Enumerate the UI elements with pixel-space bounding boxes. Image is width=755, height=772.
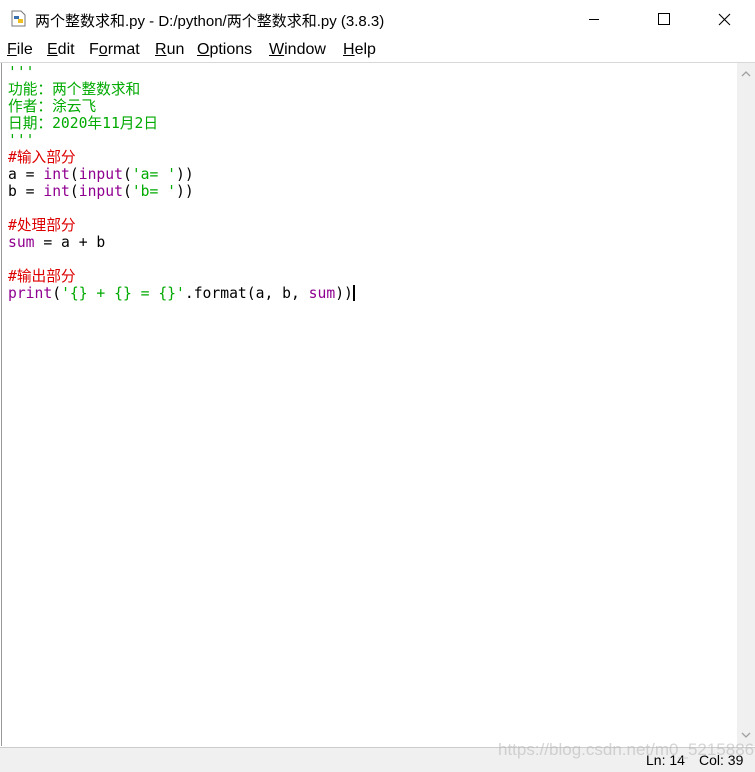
scroll-up-button[interactable] — [737, 65, 755, 83]
code-line[interactable]: 功能：两个整数求和 — [8, 81, 355, 98]
code-token-builtin: input — [78, 166, 123, 183]
code-line[interactable]: print('{} + {} = {}'.format(a, b, sum)) — [8, 285, 355, 302]
code-line[interactable]: ''' — [8, 132, 355, 149]
code-token-default: ( — [122, 183, 132, 200]
code-token-string: 作者：涂云飞 — [8, 98, 97, 115]
code-token-default: ( — [122, 166, 132, 183]
minimize-icon — [589, 19, 599, 20]
menu-Edit[interactable]: Edit — [47, 41, 75, 59]
code-token-default: ( — [52, 285, 62, 302]
code-token-string: 功能：两个整数求和 — [8, 81, 141, 98]
code-token-default: b = — [8, 183, 44, 200]
watermark: https://blog.csdn.net/m0_52158860 — [498, 740, 755, 759]
maximize-button[interactable] — [641, 0, 687, 38]
code-token-string: 'b= ' — [131, 183, 177, 200]
code-token-comment: #输入部分 — [8, 149, 76, 166]
code-line[interactable]: #输出部分 — [8, 268, 355, 285]
code-line[interactable]: 日期：2020年11月2日 — [8, 115, 355, 132]
menu-Window[interactable]: Window — [269, 41, 326, 59]
close-button[interactable] — [701, 0, 747, 38]
menu-bar: File Edit Format Run Options Window Help — [0, 38, 755, 63]
minimize-button[interactable] — [571, 0, 617, 38]
code-token-default: ( — [69, 166, 79, 183]
code-token-default: a = — [8, 166, 44, 183]
text-cursor — [352, 285, 355, 301]
code-line[interactable] — [8, 251, 355, 268]
code-token-comment: #处理部分 — [8, 217, 76, 234]
code-line[interactable]: #处理部分 — [8, 217, 355, 234]
code-line[interactable] — [8, 200, 355, 217]
code-line[interactable]: ''' — [8, 64, 355, 81]
close-icon — [718, 13, 730, 25]
code-token-string: '{} + {} = {}' — [61, 285, 185, 302]
code-token-default: ( — [69, 183, 79, 200]
menu-Run[interactable]: Run — [155, 41, 184, 59]
code-token-default: .format(a, b, — [184, 285, 309, 302]
window-title: 两个整数求和.py - D:/python/两个整数求和.py (3.8.3) — [35, 13, 385, 30]
code-line[interactable]: b = int(input('b= ')) — [8, 183, 355, 200]
code-editor[interactable]: ''' 功能：两个整数求和 作者：涂云飞 日期：2020年11月2日 ''' #输入部分 a… — [1, 63, 737, 746]
code-token-builtin: sum — [308, 285, 336, 302]
code-token-builtin: int — [43, 183, 70, 200]
menu-Format[interactable]: Format — [89, 41, 140, 59]
code-line[interactable]: #输入部分 — [8, 149, 355, 166]
code-token-string: ''' — [8, 64, 35, 81]
code-line[interactable]: a = int(input('a= ')) — [8, 166, 355, 183]
code-token-default: )) — [176, 183, 194, 200]
code-token-default: )) — [335, 285, 353, 302]
code-token-builtin: int — [43, 166, 70, 183]
menu-File[interactable]: File — [7, 41, 33, 59]
code-token-default: = a + b — [34, 234, 106, 251]
code-token-builtin: sum — [8, 234, 35, 251]
python-file-icon — [11, 10, 26, 27]
title-bar: 两个整数求和.py - D:/python/两个整数求和.py (3.8.3) — [0, 0, 755, 38]
code-text[interactable]: ''' 功能：两个整数求和 作者：涂云飞 日期：2020年11月2日 ''' #输入部分 a… — [8, 64, 355, 302]
code-token-string: 'a= ' — [131, 166, 177, 183]
code-token-default: )) — [176, 166, 194, 183]
code-token-comment: #输出部分 — [8, 268, 76, 285]
code-token-string: ''' — [8, 132, 35, 149]
code-token-string: 日期：2020年11月2日 — [8, 115, 159, 132]
menu-Options[interactable]: Options — [197, 41, 252, 59]
code-line[interactable]: sum = a + b — [8, 234, 355, 251]
chevron-up-icon — [741, 71, 751, 77]
code-token-builtin: print — [8, 285, 53, 302]
maximize-icon — [658, 13, 670, 25]
code-line[interactable]: 作者：涂云飞 — [8, 98, 355, 115]
menu-Help[interactable]: Help — [343, 41, 376, 59]
chevron-down-icon — [741, 732, 751, 738]
vertical-scrollbar[interactable] — [737, 63, 755, 746]
code-token-builtin: input — [78, 183, 123, 200]
